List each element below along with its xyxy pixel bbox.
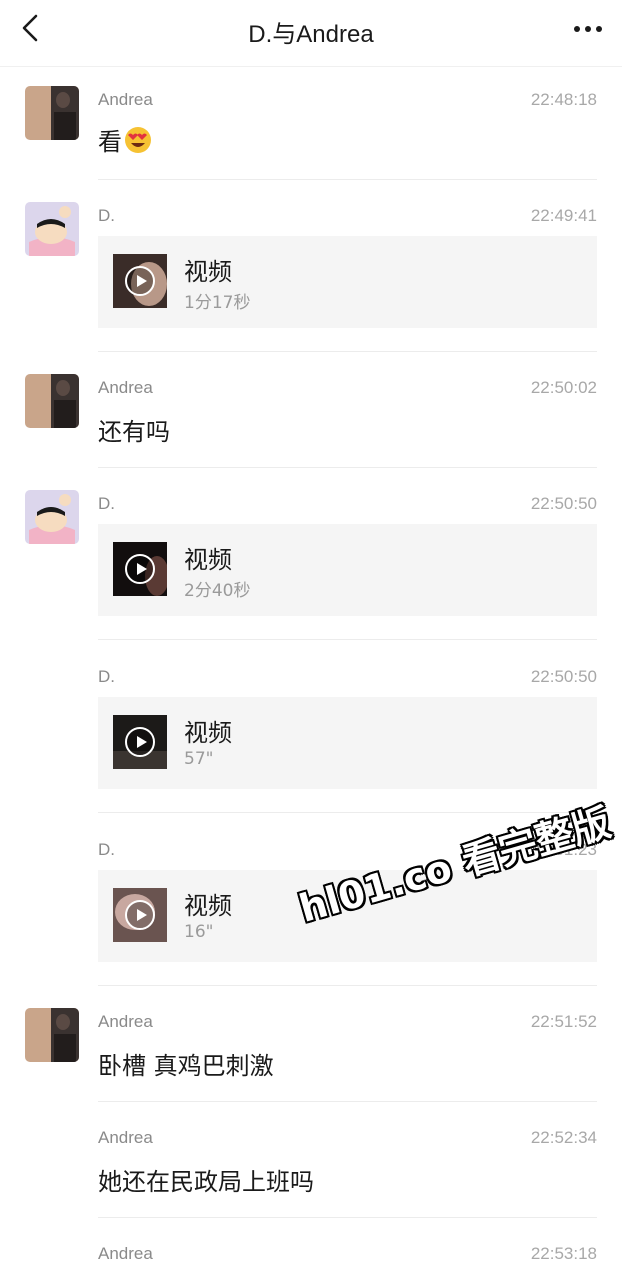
- message-item: Andrea 22:51:52 卧槽 真鸡巴刺激: [0, 1008, 622, 1102]
- video-thumbnail: [113, 888, 167, 942]
- divider: [98, 467, 597, 468]
- message-text: 看: [98, 122, 153, 161]
- sender-name: Andrea: [98, 90, 153, 109]
- video-card[interactable]: 视频 1分17秒: [98, 236, 597, 328]
- video-title: 视频: [184, 258, 232, 286]
- message-item: D. 22:50:50 视频 57": [0, 663, 622, 813]
- video-title: 视频: [184, 719, 232, 747]
- divider: [98, 1217, 597, 1218]
- video-card[interactable]: 视频 2分40秒: [98, 524, 597, 616]
- avatar-d[interactable]: [25, 202, 79, 256]
- message-text: 还有吗: [98, 418, 170, 446]
- message-time: 22:53:18: [530, 1244, 597, 1263]
- message-time: 22:51:52: [530, 1012, 597, 1031]
- message-time: 22:48:18: [530, 90, 597, 109]
- sender-name: Andrea: [98, 1012, 153, 1031]
- divider: [98, 351, 597, 352]
- sender-name: D.: [98, 667, 115, 686]
- message-item: Andrea 22:52:34 她还在民政局上班吗: [0, 1124, 622, 1218]
- divider: [98, 985, 597, 986]
- play-icon: [125, 727, 155, 757]
- message-item: D. 22:50:50 视频 2分40秒: [0, 490, 622, 640]
- sender-name: D.: [98, 840, 115, 859]
- message-time: 22:50:02: [530, 378, 597, 397]
- divider: [98, 179, 597, 180]
- video-duration: 16": [184, 922, 214, 942]
- chat-title: D.与Andrea: [248, 21, 374, 48]
- video-title: 视频: [184, 892, 232, 920]
- message-item: Andrea 22:48:18 看: [0, 86, 622, 180]
- play-icon: [125, 554, 155, 584]
- video-thumbnail: [113, 542, 167, 596]
- message-item: Andrea 22:50:02 还有吗: [0, 374, 622, 468]
- message-item: D. 22:49:41 视频 1分17秒: [0, 202, 622, 352]
- sender-name: D.: [98, 494, 115, 513]
- sender-name: Andrea: [98, 1244, 153, 1263]
- message-text: 她还在民政局上班吗: [98, 1168, 314, 1196]
- avatar-andrea[interactable]: [25, 86, 79, 140]
- avatar-andrea[interactable]: [25, 374, 79, 428]
- divider: [98, 1101, 597, 1102]
- message-time: 22:50:50: [530, 667, 597, 686]
- more-button[interactable]: [568, 14, 608, 44]
- video-duration: 1分17秒: [184, 293, 251, 313]
- more-dots-icon: [574, 26, 602, 32]
- chat-header: D.与Andrea: [0, 0, 622, 67]
- video-card[interactable]: 视频 57": [98, 697, 597, 789]
- sender-name: D.: [98, 206, 115, 225]
- message-time: 22:52:34: [530, 1128, 597, 1147]
- message-time: 22:50:50: [530, 494, 597, 513]
- divider: [98, 639, 597, 640]
- video-thumbnail: [113, 715, 167, 769]
- video-thumbnail: [113, 254, 167, 308]
- heart-eyes-emoji: [123, 125, 153, 161]
- video-duration: 57": [184, 749, 214, 769]
- message-text-content: 看: [98, 128, 122, 156]
- message-time: 22:49:41: [530, 206, 597, 225]
- video-title: 视频: [184, 546, 232, 574]
- play-icon: [125, 900, 155, 930]
- avatar-andrea[interactable]: [25, 1008, 79, 1062]
- play-icon: [125, 266, 155, 296]
- message-item: Andrea 22:53:18: [0, 1240, 622, 1280]
- sender-name: Andrea: [98, 1128, 153, 1147]
- message-text: 卧槽 真鸡巴刺激: [98, 1052, 274, 1080]
- avatar-d[interactable]: [25, 490, 79, 544]
- sender-name: Andrea: [98, 378, 153, 397]
- video-duration: 2分40秒: [184, 581, 251, 601]
